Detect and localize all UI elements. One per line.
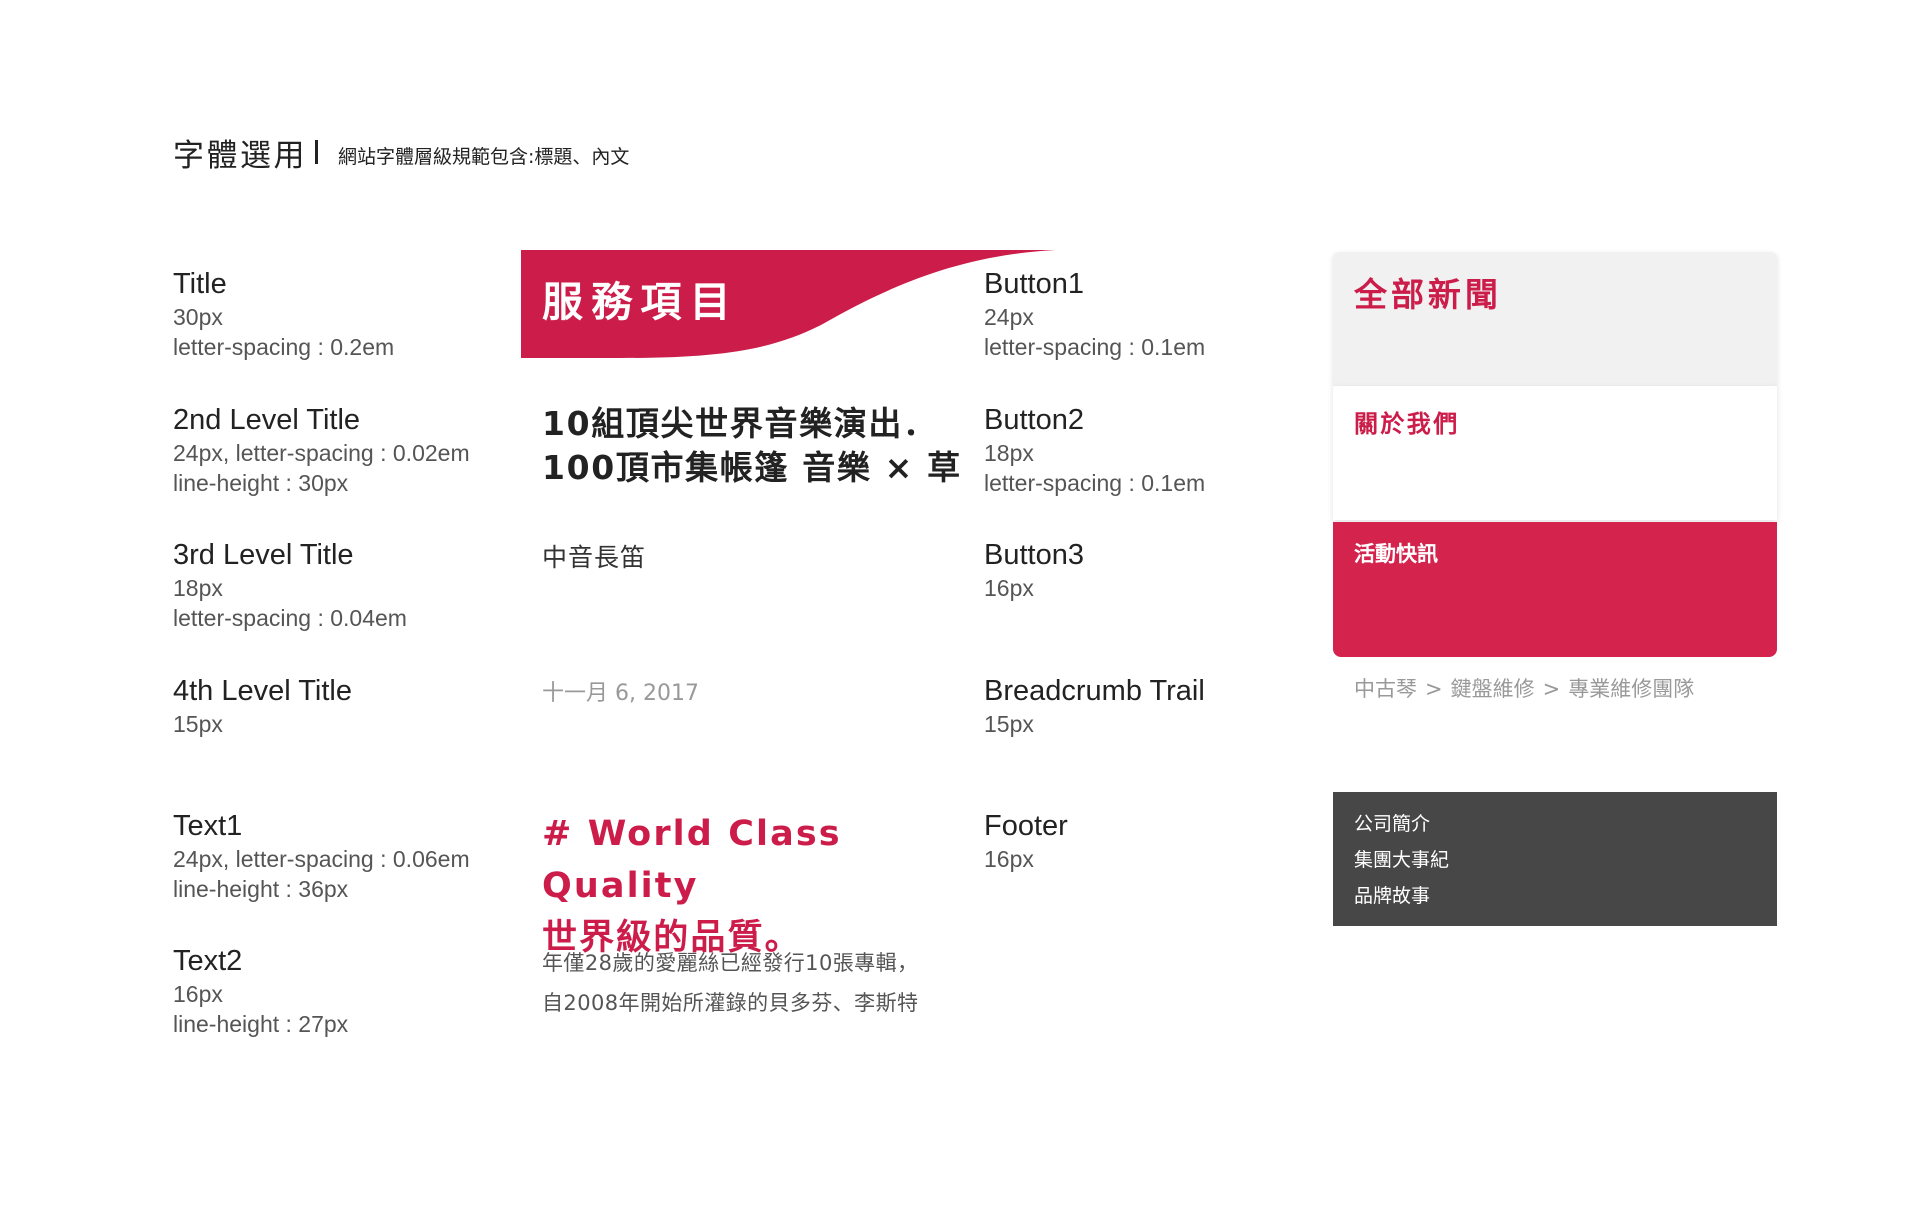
page-title: 字體選用 [173, 138, 307, 174]
spec-detail: 16px [984, 575, 1034, 601]
event-news-button-label[interactable]: 活動快訊 [1354, 538, 1438, 568]
breadcrumb-item[interactable]: 鍵盤維修 [1451, 677, 1535, 701]
spec-button2: Button2 18px letter-spacing : 0.1em [984, 402, 1314, 498]
spec-third-level-title: 3rd Level Title 18px letter-spacing : 0.… [173, 537, 503, 633]
spec-detail: 15px [173, 711, 223, 737]
spec-name: Title [173, 268, 227, 300]
spec-text2: Text2 16px line-height : 27px [173, 943, 503, 1039]
sample-text2: 年僅28歲的愛麗絲已經發行10張專輯， 自2008年開始所灌錄的貝多芬、李斯特 [542, 943, 972, 1023]
sample-third-level-title: 中音長笛 [542, 543, 647, 572]
spec-name: Button1 [984, 268, 1084, 300]
about-us-button-label[interactable]: 關於我們 [1354, 404, 1460, 439]
spec-button1: Button1 24px letter-spacing : 0.1em [984, 266, 1314, 362]
spec-fourth-level-title: 4th Level Title 15px [173, 673, 503, 739]
spec-detail: 24px, letter-spacing : 0.06em [173, 846, 470, 872]
spec-detail: 18px [173, 575, 223, 601]
all-news-button-label[interactable]: 全部新聞 [1354, 268, 1502, 316]
sample-line: # World Class Quality [542, 814, 842, 906]
spec-name: Button2 [984, 404, 1084, 436]
sample-text1: # World Class Quality 世界級的品質。 [542, 808, 972, 964]
spec-detail: letter-spacing : 0.1em [984, 334, 1206, 360]
footer-link[interactable]: 品牌故事 [1354, 878, 1449, 914]
spec-detail: letter-spacing : 0.04em [173, 605, 407, 631]
spec-name: Text1 [173, 810, 243, 842]
spec-detail: 15px [984, 711, 1034, 737]
spec-detail: letter-spacing : 0.1em [984, 470, 1206, 496]
header-divider [315, 140, 318, 164]
sample-line: 100頂市集帳篷 音樂 × 草 [542, 448, 962, 487]
spec-detail: line-height : 30px [173, 470, 349, 496]
spec-text1: Text1 24px, letter-spacing : 0.06em line… [173, 808, 503, 904]
spec-detail: 16px [173, 981, 223, 1007]
breadcrumb-separator: > [1425, 677, 1443, 701]
sample-line: 10組頂尖世界音樂演出． [542, 404, 938, 443]
spec-detail: 30px [173, 304, 223, 330]
spec-name: 2nd Level Title [173, 404, 361, 436]
breadcrumb-separator: > [1542, 677, 1561, 701]
sample-second-level-title: 10組頂尖世界音樂演出． 100頂市集帳篷 音樂 × 草 [542, 402, 972, 490]
spec-detail: 18px [984, 440, 1034, 466]
breadcrumb: 中古琴 > 鍵盤維修 > 專業維修團隊 [1354, 673, 1694, 703]
spec-title: Title 30px letter-spacing : 0.2em [173, 266, 503, 362]
footer-links: 公司簡介 集團大事紀 品牌故事 [1354, 806, 1449, 914]
spec-button3: Button3 16px [984, 537, 1314, 603]
breadcrumb-item[interactable]: 中古琴 [1354, 677, 1417, 701]
spec-name: Text2 [173, 945, 243, 977]
sample-line: 年僅28歲的愛麗絲已經發行10張專輯， [542, 951, 919, 975]
footer-link[interactable]: 集團大事紀 [1354, 842, 1449, 878]
spec-name: Footer [984, 810, 1068, 842]
spec-detail: line-height : 36px [173, 876, 349, 902]
spec-name: Breadcrumb Trail [984, 675, 1205, 707]
spec-name: 4th Level Title [173, 675, 352, 707]
footer-link[interactable]: 公司簡介 [1354, 806, 1449, 842]
breadcrumb-item[interactable]: 專業維修團隊 [1568, 677, 1694, 701]
sample-title: 服務項目 [542, 278, 739, 326]
spec-detail: 16px [984, 846, 1034, 872]
page-subtitle: 網站字體層級規範包含:標題、內文 [338, 146, 630, 168]
spec-second-level-title: 2nd Level Title 24px, letter-spacing : 0… [173, 402, 503, 498]
sample-line: 自2008年開始所灌錄的貝多芬、李斯特 [542, 991, 919, 1015]
spec-footer: Footer 16px [984, 808, 1314, 874]
sample-fourth-level-title: 十一月 6, 2017 [542, 681, 699, 706]
spec-detail: line-height : 27px [173, 1011, 349, 1037]
spec-detail: 24px, letter-spacing : 0.02em [173, 440, 470, 466]
spec-detail: 24px [984, 304, 1034, 330]
spec-detail: letter-spacing : 0.2em [173, 334, 395, 360]
spec-name: Button3 [984, 539, 1084, 571]
spec-name: 3rd Level Title [173, 539, 354, 571]
spec-breadcrumb-trail: Breadcrumb Trail 15px [984, 673, 1314, 739]
